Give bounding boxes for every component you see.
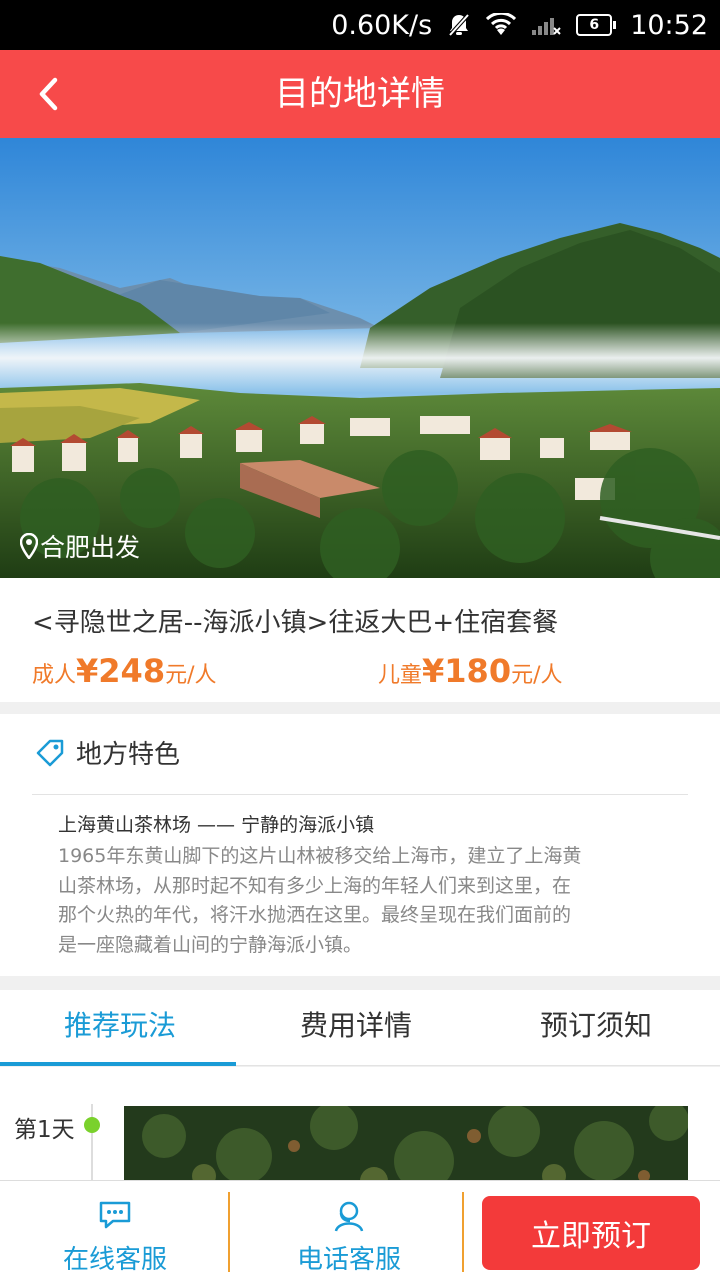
product-info: <寻隐世之居--海派小镇>往返大巴+住宿套餐 成人¥248元/人 儿童¥180元…	[0, 578, 720, 702]
customer-service-icon	[334, 1201, 364, 1232]
child-price-unit: 元/人	[511, 663, 563, 688]
hero-carousel[interactable]	[0, 138, 720, 578]
feature-description: 1965年东黄山脚下的这片山林被移交给上海市，建立了上海黄 山茶林场，从那时起不…	[58, 842, 670, 960]
description-line: 是一座隐藏着山间的宁静海派小镇。	[58, 933, 363, 956]
online-service-label: 在线客服	[62, 1245, 167, 1275]
detail-tabs: 推荐玩法 费用详情 预订须知	[0, 990, 720, 1066]
wifi-icon	[486, 13, 517, 37]
timeline-dot	[84, 1117, 100, 1133]
child-price-value: ¥180	[422, 652, 512, 690]
tab-recommended[interactable]: 推荐玩法	[0, 990, 240, 1066]
battery-icon: 6	[576, 14, 617, 36]
description-line: 山茶林场，从那时起不知有多少上海的年轻人们来到这里，在	[58, 874, 572, 897]
local-features: 地方特色 上海黄山茶林场 —— 宁静的海派小镇 1965年东黄山脚下的这片山林被…	[0, 714, 720, 976]
location-pin-icon	[20, 533, 38, 559]
notification-muted-icon	[446, 12, 472, 38]
description-line: 那个火热的年代，将汗水抛洒在这里。最终呈现在我们面前的	[58, 904, 572, 926]
phone-service-label: 电话客服	[296, 1245, 401, 1275]
description-line: 1965年东黄山脚下的这片山林被移交给上海市，建立了上海黄	[58, 845, 582, 867]
adult-price-value: ¥248	[76, 652, 166, 690]
clock: 10:52	[630, 9, 708, 41]
child-price-label: 儿童	[378, 663, 423, 688]
departure-city: 合肥出发	[20, 528, 140, 564]
divider	[462, 1192, 464, 1272]
feature-header: 地方特色	[34, 734, 180, 771]
phone-service-button[interactable]: 电话客服	[234, 1181, 464, 1280]
adult-price-label: 成人	[32, 663, 77, 688]
page-title: 目的地详情	[275, 74, 445, 114]
nav-bar: 目的地详情	[0, 50, 720, 138]
feature-title: 地方特色	[76, 740, 181, 770]
tab-cost-details[interactable]: 费用详情	[236, 990, 476, 1066]
adult-price: 成人¥248元/人	[32, 652, 217, 690]
signal-icon	[530, 13, 562, 37]
adult-price-unit: 元/人	[165, 663, 217, 688]
day-label: 第1天	[14, 1117, 75, 1143]
online-service-button[interactable]: 在线客服	[0, 1181, 230, 1280]
product-title: <寻隐世之居--海派小镇>往返大巴+住宿套餐	[32, 608, 559, 638]
network-speed: 0.60K/s	[331, 9, 433, 41]
divider	[228, 1192, 230, 1272]
child-price: 儿童¥180元/人	[378, 652, 563, 690]
tab-booking-notes[interactable]: 预订须知	[476, 990, 716, 1066]
feature-subtitle: 上海黄山茶林场 —— 宁静的海派小镇	[58, 814, 375, 836]
book-now-button[interactable]: 立即预订	[482, 1196, 700, 1270]
chat-icon	[99, 1201, 131, 1229]
status-bar: 0.60K/s 6 10:52	[0, 0, 720, 50]
active-tab-indicator	[0, 1062, 236, 1066]
departure-label: 合肥出发	[40, 533, 141, 562]
chevron-left-icon	[39, 77, 58, 111]
back-button[interactable]	[26, 72, 70, 116]
hero-image	[0, 138, 720, 578]
battery-level: 6	[576, 14, 613, 36]
divider	[32, 794, 688, 795]
tag-icon	[36, 739, 64, 766]
